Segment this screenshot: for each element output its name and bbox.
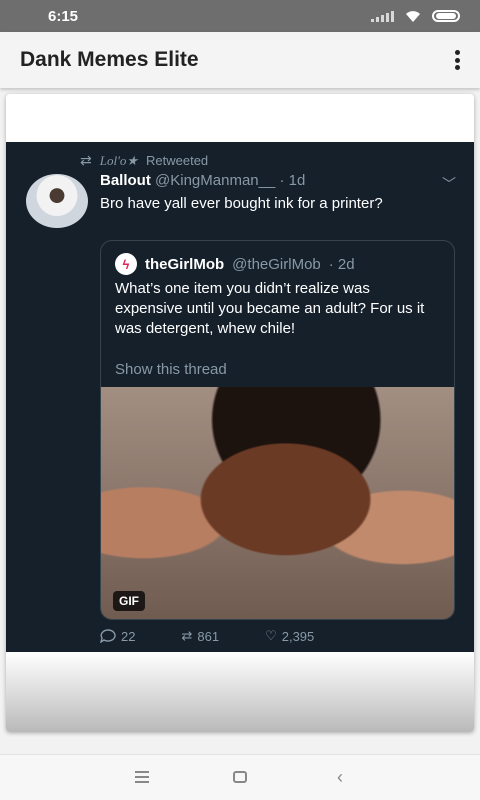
recents-button[interactable] bbox=[130, 765, 154, 789]
retweet-action: ⇄ 861 bbox=[181, 628, 219, 644]
meme-image-tweet: ⇄ Lol'o★ Retweeted Ballout @KingManman__… bbox=[6, 142, 474, 716]
like-count: 2,395 bbox=[281, 628, 315, 644]
retweet-row: ⇄ Lol'o★ Retweeted bbox=[80, 152, 208, 169]
quoted-tweet: ϟ theGirlMob @theGirlMob · 2d What’s one… bbox=[100, 240, 455, 620]
retweeter-name: Lol'o★ bbox=[99, 152, 139, 168]
meme-card[interactable]: ⇄ Lol'o★ Retweeted Ballout @KingManman__… bbox=[6, 94, 474, 732]
quote-header: ϟ theGirlMob @theGirlMob · 2d bbox=[115, 253, 355, 275]
show-thread-link: Show this thread bbox=[115, 361, 227, 378]
reply-count: 22 bbox=[121, 628, 136, 644]
quote-avatar: ϟ bbox=[115, 253, 137, 275]
tweet-text: Bro have yall ever bought ink for a prin… bbox=[100, 195, 383, 212]
avatar bbox=[26, 174, 88, 228]
status-icons bbox=[371, 9, 460, 23]
author-row: Ballout @KingManman__ · 1d bbox=[100, 172, 305, 189]
card-footer bbox=[6, 652, 474, 732]
status-time: 6:15 bbox=[48, 8, 79, 25]
back-button[interactable]: ‹ bbox=[328, 765, 352, 789]
reply-action: 22 bbox=[100, 629, 135, 644]
retweet-label: Retweeted bbox=[146, 153, 209, 168]
quote-text: What’s one item you didn’t realize was e… bbox=[115, 280, 425, 337]
author-name: Ballout bbox=[100, 172, 151, 189]
battery-icon bbox=[432, 10, 460, 22]
gif-image: GIF bbox=[101, 387, 454, 619]
home-button[interactable] bbox=[228, 765, 252, 789]
retweet-count-icon: ⇄ bbox=[181, 628, 193, 643]
heart-icon: ♡ bbox=[265, 628, 277, 643]
author-time: · 1d bbox=[279, 172, 306, 189]
tweet-actions: 22 ⇄ 861 ♡ 2,395 bbox=[100, 628, 440, 644]
reply-icon bbox=[100, 629, 116, 643]
retweet-count: 861 bbox=[197, 628, 220, 644]
signal-icon bbox=[371, 10, 394, 22]
quote-name: theGirlMob bbox=[145, 255, 225, 273]
status-bar: 6:15 bbox=[0, 0, 480, 32]
chevron-down-icon: ﹀ bbox=[442, 176, 456, 192]
app-bar: Dank Memes Elite bbox=[0, 32, 480, 88]
retweet-icon: ⇄ bbox=[80, 152, 92, 168]
more-vert-icon[interactable] bbox=[452, 50, 462, 70]
system-nav-bar: ‹ bbox=[0, 754, 480, 800]
author-handle: @KingManman__ bbox=[155, 172, 276, 189]
gif-badge: GIF bbox=[113, 591, 145, 611]
quote-time: · 2d bbox=[328, 255, 355, 273]
like-action: ♡ 2,395 bbox=[265, 628, 314, 644]
wifi-icon bbox=[406, 11, 420, 22]
quote-handle: @theGirlMob bbox=[232, 255, 321, 273]
app-title: Dank Memes Elite bbox=[20, 48, 199, 71]
